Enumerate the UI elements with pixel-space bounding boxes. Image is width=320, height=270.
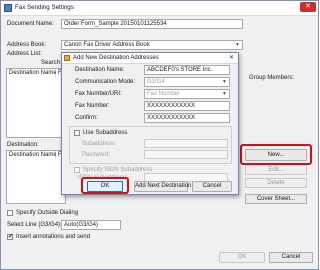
- specify-isdn-label: Specify ISDN Subaddress: [83, 167, 153, 173]
- window-title: Fax Sending Settings: [15, 4, 74, 11]
- use-subaddress-checkbox[interactable]: [74, 130, 80, 136]
- ok-button[interactable]: OK: [219, 252, 265, 263]
- fax-number-field[interactable]: XXXXXXXXXXXX: [144, 101, 230, 111]
- fax-number-label: Fax Number:: [75, 103, 110, 109]
- cancel-button[interactable]: Cancel: [269, 252, 313, 263]
- document-name-field[interactable]: Order Form_Sample 20150101125534: [61, 19, 243, 29]
- password-label: Password:: [82, 152, 111, 158]
- fax-number-uri-label: Fax Number/URI:: [75, 91, 122, 97]
- dialog-close-button[interactable]: ✕: [227, 54, 236, 62]
- destination-name-label: Destination Name:: [75, 67, 125, 73]
- address-list[interactable]: Destination Name Fax N: [6, 68, 74, 138]
- insert-annotations-checkbox[interactable]: [7, 233, 13, 240]
- insert-annotations-label: Insert annotations and send: [16, 234, 91, 240]
- specify-isdn-checkbox[interactable]: [74, 167, 80, 173]
- select-line-label: Select Line (G3/G4):: [7, 222, 62, 228]
- cover-sheet-button[interactable]: Cover Sheet...: [245, 194, 307, 204]
- destination-name-field[interactable]: ABCDEF0's STORE Inc.: [144, 65, 230, 75]
- dialog-title-bar: Add New Destination Addresses ✕: [62, 53, 238, 64]
- specify-outside-dialing-label: Specify Outside Dialing: [16, 210, 79, 216]
- use-subaddress-label: Use Subaddress: [83, 130, 128, 136]
- confirm-label: Confirm:: [75, 115, 98, 121]
- subaddress-field[interactable]: [144, 139, 228, 148]
- address-book-label: Address Book:: [7, 42, 47, 48]
- add-destination-dialog: Add New Destination Addresses ✕ Destinat…: [61, 52, 239, 195]
- specify-outside-dialing-checkbox[interactable]: [7, 210, 13, 216]
- fax-app-icon: [4, 4, 12, 12]
- fax-number-uri-select[interactable]: Fax Number ▼: [144, 89, 230, 99]
- destination-label: Destination:: [7, 142, 39, 148]
- select-line-select[interactable]: Auto(G3/G4): [61, 220, 121, 230]
- delete-button[interactable]: Delete: [245, 178, 307, 188]
- communication-mode-label: Communication Mode:: [75, 79, 136, 85]
- title-bar: Fax Sending Settings ✕: [1, 1, 318, 16]
- chevron-down-icon: ▼: [222, 91, 227, 97]
- chevron-down-icon: ▼: [222, 79, 227, 85]
- address-list-col-destination-name[interactable]: Destination Name: [7, 69, 57, 77]
- destination-col-destination-name[interactable]: Destination Name: [7, 151, 57, 159]
- fax-number-uri-value: Fax Number: [147, 91, 181, 97]
- dialog-title: Add New Destination Addresses: [73, 55, 159, 61]
- destination-list[interactable]: Destination Name Fax N: [6, 150, 74, 204]
- subaddress-label: Subaddress:: [82, 141, 116, 147]
- address-book-select[interactable]: Canon Fax Driver Address Book ▼: [61, 40, 243, 50]
- edit-button[interactable]: Edit...: [245, 165, 307, 175]
- communication-mode-value: G3/G4: [147, 79, 165, 85]
- address-book-icon: [64, 55, 70, 61]
- ok-button-highlight: [81, 177, 129, 194]
- select-line-value: Auto(G3/G4): [64, 222, 99, 228]
- address-list-label: Address List:: [7, 51, 42, 57]
- add-next-destination-button[interactable]: Add Next Destination: [134, 181, 191, 192]
- document-name-label: Document Name:: [7, 21, 54, 27]
- communication-mode-select[interactable]: G3/G4 ▼: [144, 77, 230, 87]
- dialog-cancel-button[interactable]: Cancel: [192, 181, 232, 192]
- confirm-field[interactable]: XXXXXXXXXXXX: [144, 113, 230, 123]
- password-field[interactable]: [144, 150, 228, 159]
- new-button-highlight: [240, 144, 312, 165]
- chevron-down-icon: ▼: [235, 42, 240, 48]
- address-book-value: Canon Fax Driver Address Book: [64, 42, 150, 48]
- window-close-button[interactable]: ✕: [300, 2, 316, 12]
- search-label: Search: [41, 60, 61, 66]
- group-members-label: Group Members:: [249, 75, 295, 81]
